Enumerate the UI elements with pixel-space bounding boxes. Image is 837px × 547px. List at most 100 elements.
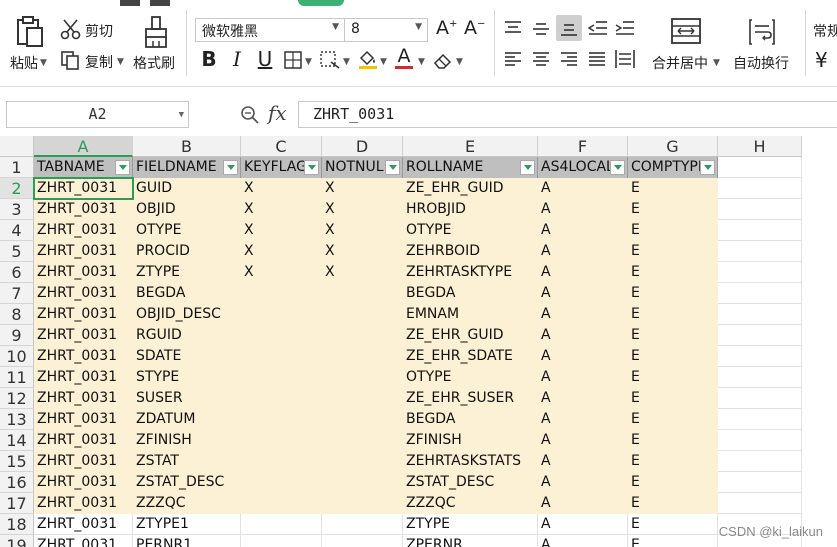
currency-icon[interactable]: ¥ — [815, 48, 828, 72]
table-cell[interactable]: A — [538, 472, 628, 493]
copy-button[interactable] — [60, 50, 80, 70]
table-cell[interactable]: SDATE — [133, 346, 241, 367]
align-middle-button[interactable] — [532, 20, 550, 36]
row-header[interactable]: 10 — [0, 346, 34, 367]
table-cell[interactable] — [718, 157, 802, 178]
name-box[interactable]: A2 ▼ — [6, 101, 189, 128]
table-cell[interactable] — [718, 283, 802, 304]
table-cell[interactable]: X — [322, 178, 403, 199]
table-cell[interactable]: ZFINISH — [403, 430, 538, 451]
table-cell[interactable]: E — [628, 430, 718, 451]
table-cell[interactable]: ZE_EHR_SDATE — [403, 346, 538, 367]
font-name-select[interactable]: 微软雅黑 ▼ — [195, 18, 345, 42]
insert-function-button[interactable]: fx — [268, 101, 287, 125]
table-cell[interactable] — [718, 241, 802, 262]
row-header[interactable]: 12 — [0, 388, 34, 409]
table-cell[interactable]: E — [628, 304, 718, 325]
font-size-select[interactable]: 8 ▼ — [344, 18, 428, 42]
table-cell[interactable]: BEGDA — [403, 283, 538, 304]
table-cell[interactable]: ZHRT_0031 — [34, 388, 133, 409]
table-cell[interactable] — [322, 283, 403, 304]
table-cell[interactable]: GUID — [133, 178, 241, 199]
table-cell[interactable]: ZHRT_0031 — [34, 199, 133, 220]
table-cell[interactable]: ZHRT_0031 — [34, 304, 133, 325]
table-cell[interactable] — [322, 430, 403, 451]
table-cell[interactable]: A — [538, 220, 628, 241]
table-cell[interactable]: X — [241, 199, 322, 220]
row-header[interactable]: 9 — [0, 325, 34, 346]
distributed-align-button[interactable] — [615, 49, 635, 69]
column-header-g[interactable]: G — [628, 136, 718, 157]
table-cell[interactable]: STYPE — [133, 367, 241, 388]
table-cell[interactable] — [322, 409, 403, 430]
table-cell[interactable] — [241, 304, 322, 325]
decrease-indent-button[interactable] — [588, 20, 608, 36]
table-cell[interactable]: E — [628, 325, 718, 346]
column-header-b[interactable]: B — [133, 136, 241, 157]
border-dropdown-icon[interactable]: ▼ — [305, 57, 312, 67]
row-header[interactable]: 14 — [0, 430, 34, 451]
table-cell[interactable]: A — [538, 514, 628, 535]
table-cell[interactable]: A — [538, 388, 628, 409]
header-cell[interactable]: AS4LOCAL — [538, 157, 628, 178]
filter-dropdown-icon[interactable] — [610, 160, 625, 175]
wrap-text-label[interactable]: 自动换行 — [733, 53, 789, 73]
table-cell[interactable]: OBJID — [133, 199, 241, 220]
table-cell[interactable]: OTYPE — [403, 367, 538, 388]
align-left-button[interactable] — [504, 51, 522, 67]
table-cell[interactable]: ZHRT_0031 — [34, 346, 133, 367]
table-cell[interactable]: OBJID_DESC — [133, 304, 241, 325]
header-cell[interactable]: ROLLNAME — [403, 157, 538, 178]
table-cell[interactable] — [322, 325, 403, 346]
align-right-button[interactable] — [560, 51, 578, 67]
table-cell[interactable]: A — [538, 493, 628, 514]
row-header[interactable]: 11 — [0, 367, 34, 388]
table-cell[interactable]: ZZZQC — [403, 493, 538, 514]
decrease-font-icon[interactable]: A− — [464, 17, 485, 39]
italic-icon[interactable]: I — [226, 47, 248, 71]
table-cell[interactable]: A — [538, 178, 628, 199]
table-cell[interactable] — [322, 346, 403, 367]
table-cell[interactable]: OTYPE — [133, 220, 241, 241]
table-cell[interactable] — [718, 409, 802, 430]
table-cell[interactable] — [241, 472, 322, 493]
table-cell[interactable]: ZSTAT_DESC — [133, 472, 241, 493]
merge-center-button[interactable] — [670, 17, 702, 45]
table-cell[interactable] — [322, 472, 403, 493]
column-header-a[interactable]: A — [34, 136, 133, 157]
column-header-f[interactable]: F — [538, 136, 628, 157]
table-cell[interactable]: ZFINISH — [133, 430, 241, 451]
cut-button[interactable] — [60, 18, 82, 40]
copy-dropdown-icon[interactable]: ▼ — [117, 57, 124, 67]
table-cell[interactable] — [241, 325, 322, 346]
table-cell[interactable]: E — [628, 178, 718, 199]
table-cell[interactable]: ZHRT_0031 — [34, 472, 133, 493]
table-cell[interactable]: A — [538, 304, 628, 325]
number-format-select[interactable]: 常规 — [813, 21, 837, 41]
table-cell[interactable]: ZHRT_0031 — [34, 451, 133, 472]
table-cell[interactable]: E — [628, 199, 718, 220]
cut-label[interactable]: 剪切 — [85, 21, 113, 41]
filter-dropdown-icon[interactable] — [385, 160, 400, 175]
table-cell[interactable]: ZTYPE — [403, 514, 538, 535]
font-color-icon[interactable]: A — [395, 45, 413, 67]
table-cell[interactable]: E — [628, 472, 718, 493]
table-cell[interactable]: ZDATUM — [133, 409, 241, 430]
row-header[interactable]: 4 — [0, 220, 34, 241]
table-cell[interactable]: OTYPE — [403, 220, 538, 241]
table-cell[interactable] — [718, 430, 802, 451]
table-cell[interactable] — [241, 430, 322, 451]
column-header-c[interactable]: C — [241, 136, 322, 157]
table-cell[interactable] — [241, 451, 322, 472]
table-cell[interactable]: A — [538, 367, 628, 388]
font-color-dropdown-icon[interactable]: ▼ — [418, 57, 425, 67]
table-cell[interactable]: X — [241, 262, 322, 283]
table-cell[interactable]: ZTYPE1 — [133, 514, 241, 535]
header-cell[interactable]: FIELDNAME — [133, 157, 241, 178]
table-cell[interactable]: ZHRT_0031 — [34, 325, 133, 346]
table-cell[interactable]: ZE_EHR_GUID — [403, 178, 538, 199]
table-cell[interactable] — [241, 493, 322, 514]
filter-dropdown-icon[interactable] — [223, 160, 238, 175]
bold-icon[interactable]: B — [198, 47, 220, 71]
table-cell[interactable]: ZHRT_0031 — [34, 241, 133, 262]
